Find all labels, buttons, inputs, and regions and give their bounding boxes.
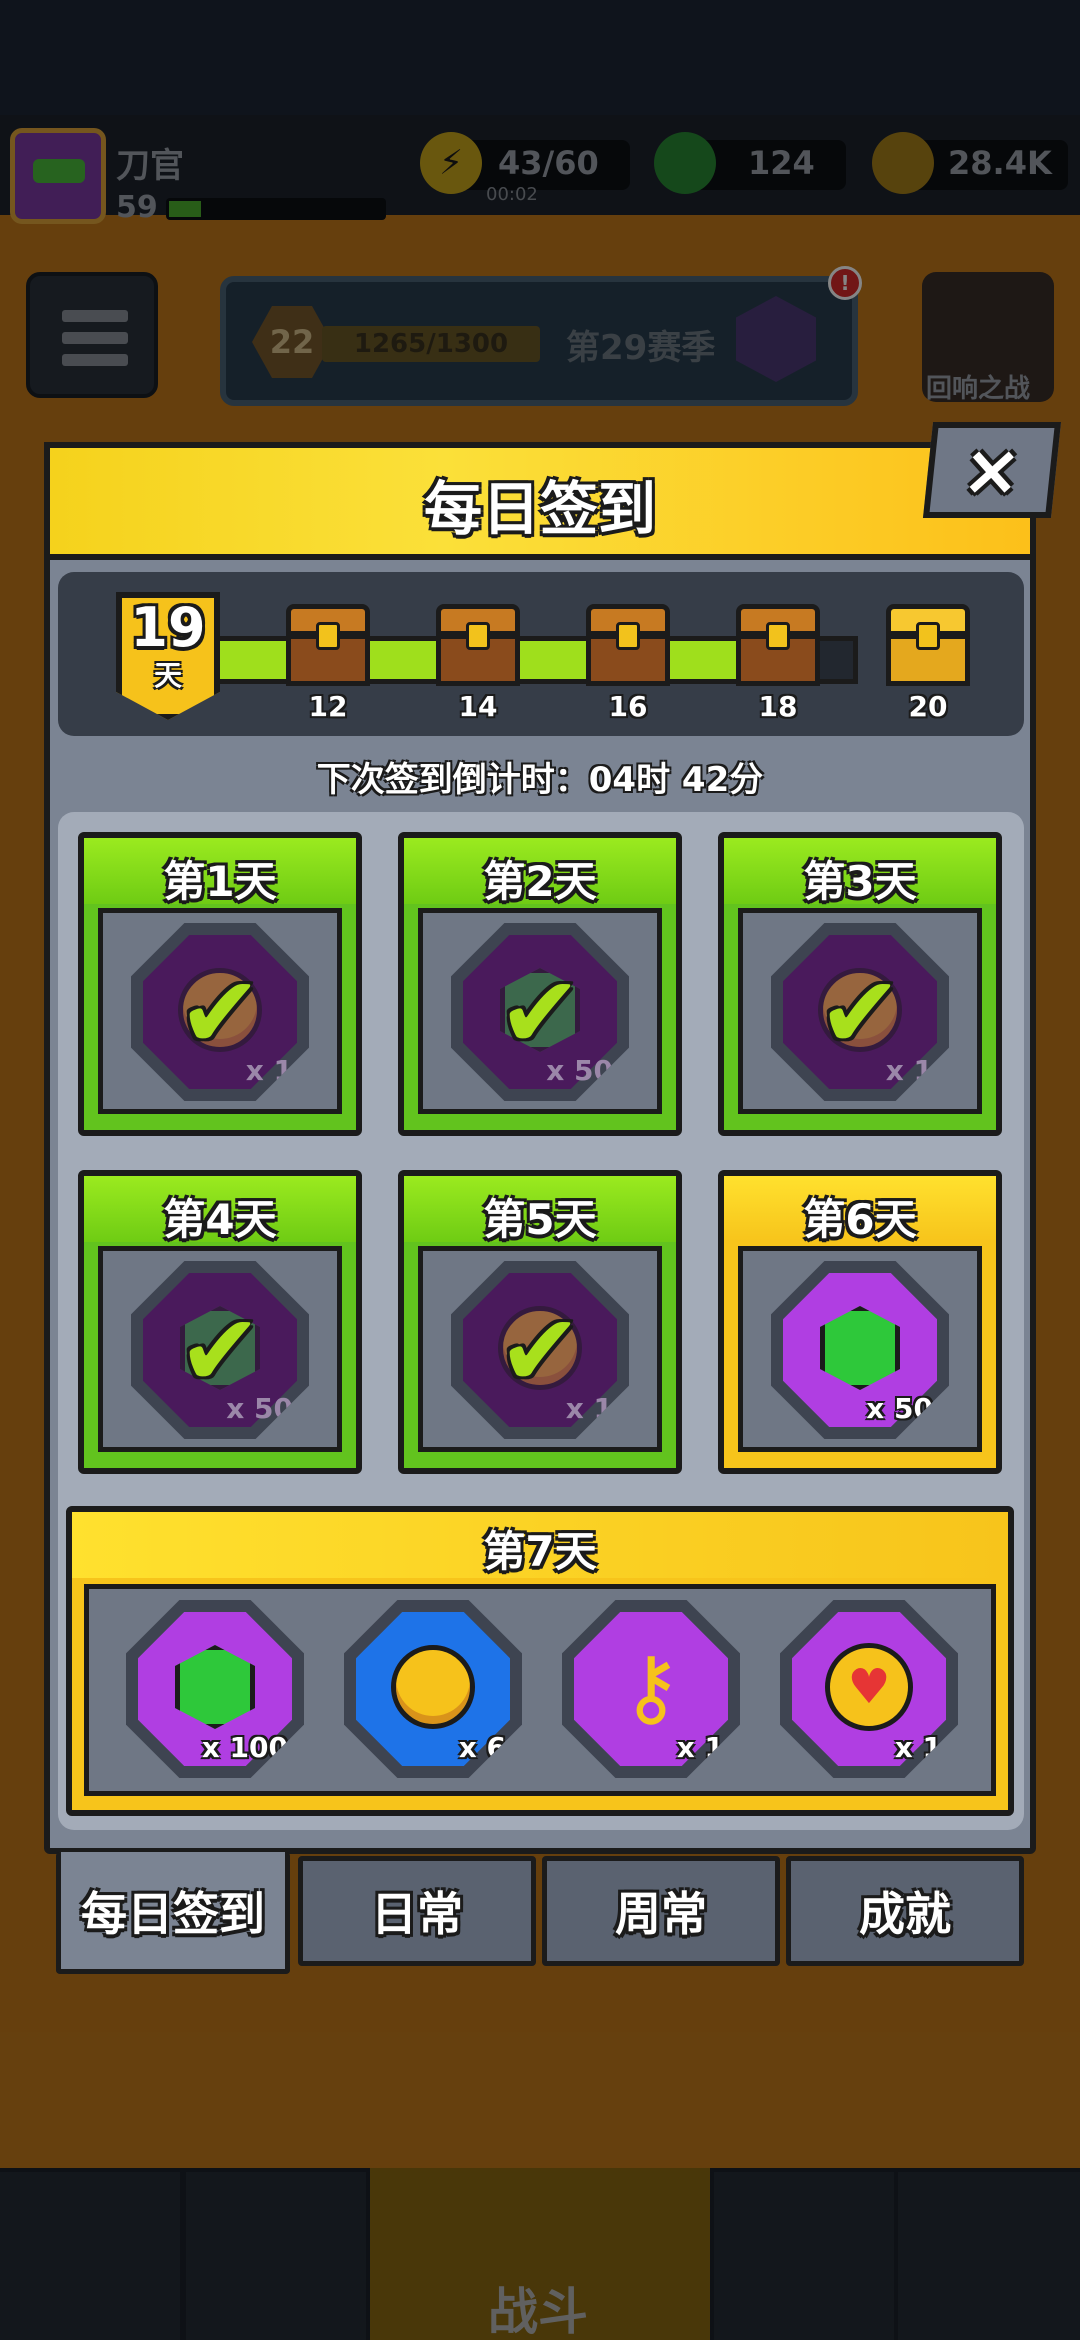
day-card-inner: ✔ x 1 xyxy=(418,1246,662,1452)
tab-daily[interactable]: 日常 xyxy=(298,1856,536,1966)
chest-lock xyxy=(316,622,340,650)
reward-chest-icon[interactable] xyxy=(886,604,970,686)
speed-coin-icon xyxy=(386,1640,480,1734)
day-card-inner: ✔ x 1 xyxy=(98,908,342,1114)
day-label: 第4天 xyxy=(163,1195,277,1244)
reward-quantity: x 50 xyxy=(866,1392,933,1425)
key-icon: ⚷ xyxy=(620,1638,682,1736)
day-card-3[interactable]: 第3天 ✔ x 1 xyxy=(718,832,1002,1136)
reward-slot: ✔ x 1 xyxy=(771,923,949,1101)
next-signin-countdown: 下次签到倒计时：04时 42分 xyxy=(316,760,764,800)
reward-chest-icon[interactable] xyxy=(586,604,670,686)
day-card-1[interactable]: 第1天 ✔ x 1 xyxy=(78,832,362,1136)
reward-chest-icon[interactable] xyxy=(286,604,370,686)
gem-icon xyxy=(168,1640,262,1734)
gem-shape xyxy=(820,1306,900,1390)
day-card-inner: ✔ x 50 xyxy=(98,1246,342,1452)
reward-slot: x 50 xyxy=(771,1261,949,1439)
day-label: 第6天 xyxy=(803,1195,917,1244)
reward-slot: ✔ x 50 xyxy=(451,923,629,1101)
streak-days: 19 xyxy=(130,596,206,659)
reward-slot: ✔ x 1 xyxy=(451,1261,629,1439)
chest-lock xyxy=(466,622,490,650)
dialog-title: 每日签到 xyxy=(423,475,656,543)
reward-quantity: x 1 xyxy=(885,1054,933,1087)
reward-quantity: x 50 xyxy=(226,1392,293,1425)
chest-lock xyxy=(766,622,790,650)
chest-lock xyxy=(616,622,640,650)
day-card-inner: x 50 xyxy=(738,1246,982,1452)
reward-quantity: x 1 xyxy=(245,1054,293,1087)
milestone-label: 14 xyxy=(458,690,498,723)
day-card-5[interactable]: 第5天 ✔ x 1 xyxy=(398,1170,682,1474)
reward-slot: ✔ x 50 xyxy=(131,1261,309,1439)
reward-quantity: x 1 xyxy=(565,1392,613,1425)
day-card-6[interactable]: 第6天 x 50 xyxy=(718,1170,1002,1474)
gem-icon xyxy=(813,1301,907,1395)
day-label: 第2天 xyxy=(483,857,597,906)
tab-achievements[interactable]: 成就 xyxy=(786,1856,1024,1966)
reward-chest-icon[interactable] xyxy=(436,604,520,686)
day-label: 第5天 xyxy=(483,1195,597,1244)
tab-daily-signin[interactable]: 每日签到 xyxy=(56,1852,290,1974)
milestone-label: 12 xyxy=(308,690,348,723)
close-button[interactable]: × xyxy=(922,422,1062,518)
day-card-2[interactable]: 第2天 ✔ x 50 xyxy=(398,832,682,1136)
reward-slot: ✔ x 1 xyxy=(131,923,309,1101)
status-bar xyxy=(0,0,1080,115)
reward-chest-icon[interactable] xyxy=(736,604,820,686)
coin-shape xyxy=(391,1645,475,1729)
day-label: 第1天 xyxy=(163,857,277,906)
heart-coin-icon: ♥ xyxy=(822,1640,916,1734)
day-label: 第3天 xyxy=(803,857,917,906)
chest-lock xyxy=(916,622,940,650)
day-card-inner: ✔ x 1 xyxy=(738,908,982,1114)
reward-quantity: x 50 xyxy=(546,1054,613,1087)
day7-label: 第7天 xyxy=(483,1527,597,1576)
streak-unit: 天 xyxy=(153,659,182,692)
day-card-4[interactable]: 第4天 ✔ x 50 xyxy=(78,1170,362,1474)
milestone-label: 18 xyxy=(758,690,798,723)
milestone-label: 20 xyxy=(908,690,948,723)
gem-shape xyxy=(175,1645,255,1729)
day-card-inner: ✔ x 50 xyxy=(418,908,662,1114)
tab-weekly[interactable]: 周常 xyxy=(542,1856,780,1966)
heart-shape: ♥ xyxy=(825,1643,913,1731)
close-icon: × xyxy=(958,429,1026,511)
milestone-label: 16 xyxy=(608,690,648,723)
